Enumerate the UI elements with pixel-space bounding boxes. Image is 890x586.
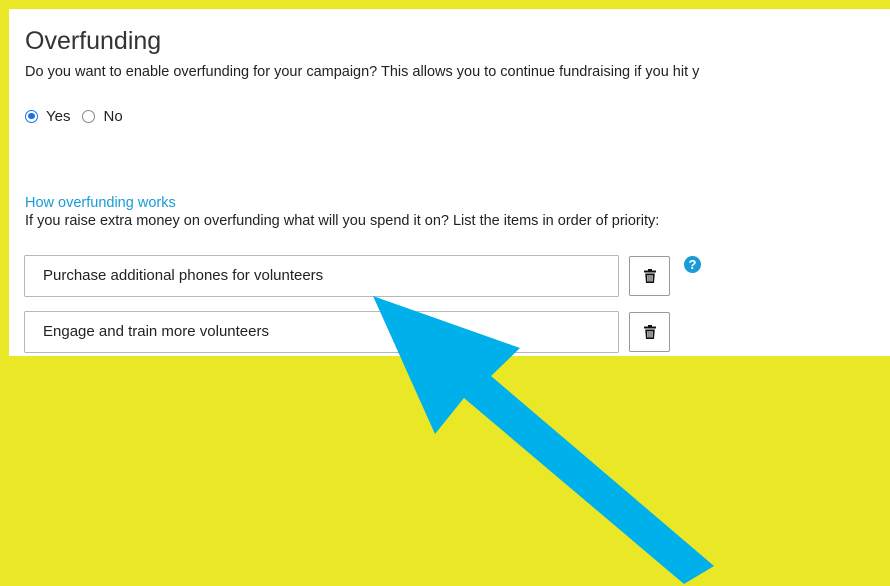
overfunding-item-input[interactable]: Purchase additional phones for volunteer… — [24, 255, 619, 297]
overfunding-panel: Overfunding Do you want to enable overfu… — [9, 9, 890, 356]
spend-instructions: If you raise extra money on overfunding … — [25, 213, 660, 229]
how-overfunding-works-link[interactable]: How overfunding works — [25, 195, 176, 211]
section-title: Overfunding — [25, 27, 162, 55]
delete-item-button[interactable] — [629, 312, 670, 352]
overfunding-radio-group: Yes No — [25, 107, 135, 125]
overfunding-question: Do you want to enable overfunding for yo… — [25, 64, 700, 80]
trash-icon — [643, 325, 656, 339]
radio-yes-label[interactable]: Yes — [46, 108, 70, 125]
trash-icon — [643, 269, 656, 283]
overfunding-item-input[interactable]: Engage and train more volunteers — [24, 311, 619, 353]
radio-no[interactable] — [82, 109, 96, 123]
radio-yes[interactable] — [25, 109, 38, 123]
help-icon[interactable]: ? — [684, 256, 701, 273]
delete-item-button[interactable] — [629, 256, 670, 296]
radio-no-label[interactable]: No — [103, 108, 122, 125]
